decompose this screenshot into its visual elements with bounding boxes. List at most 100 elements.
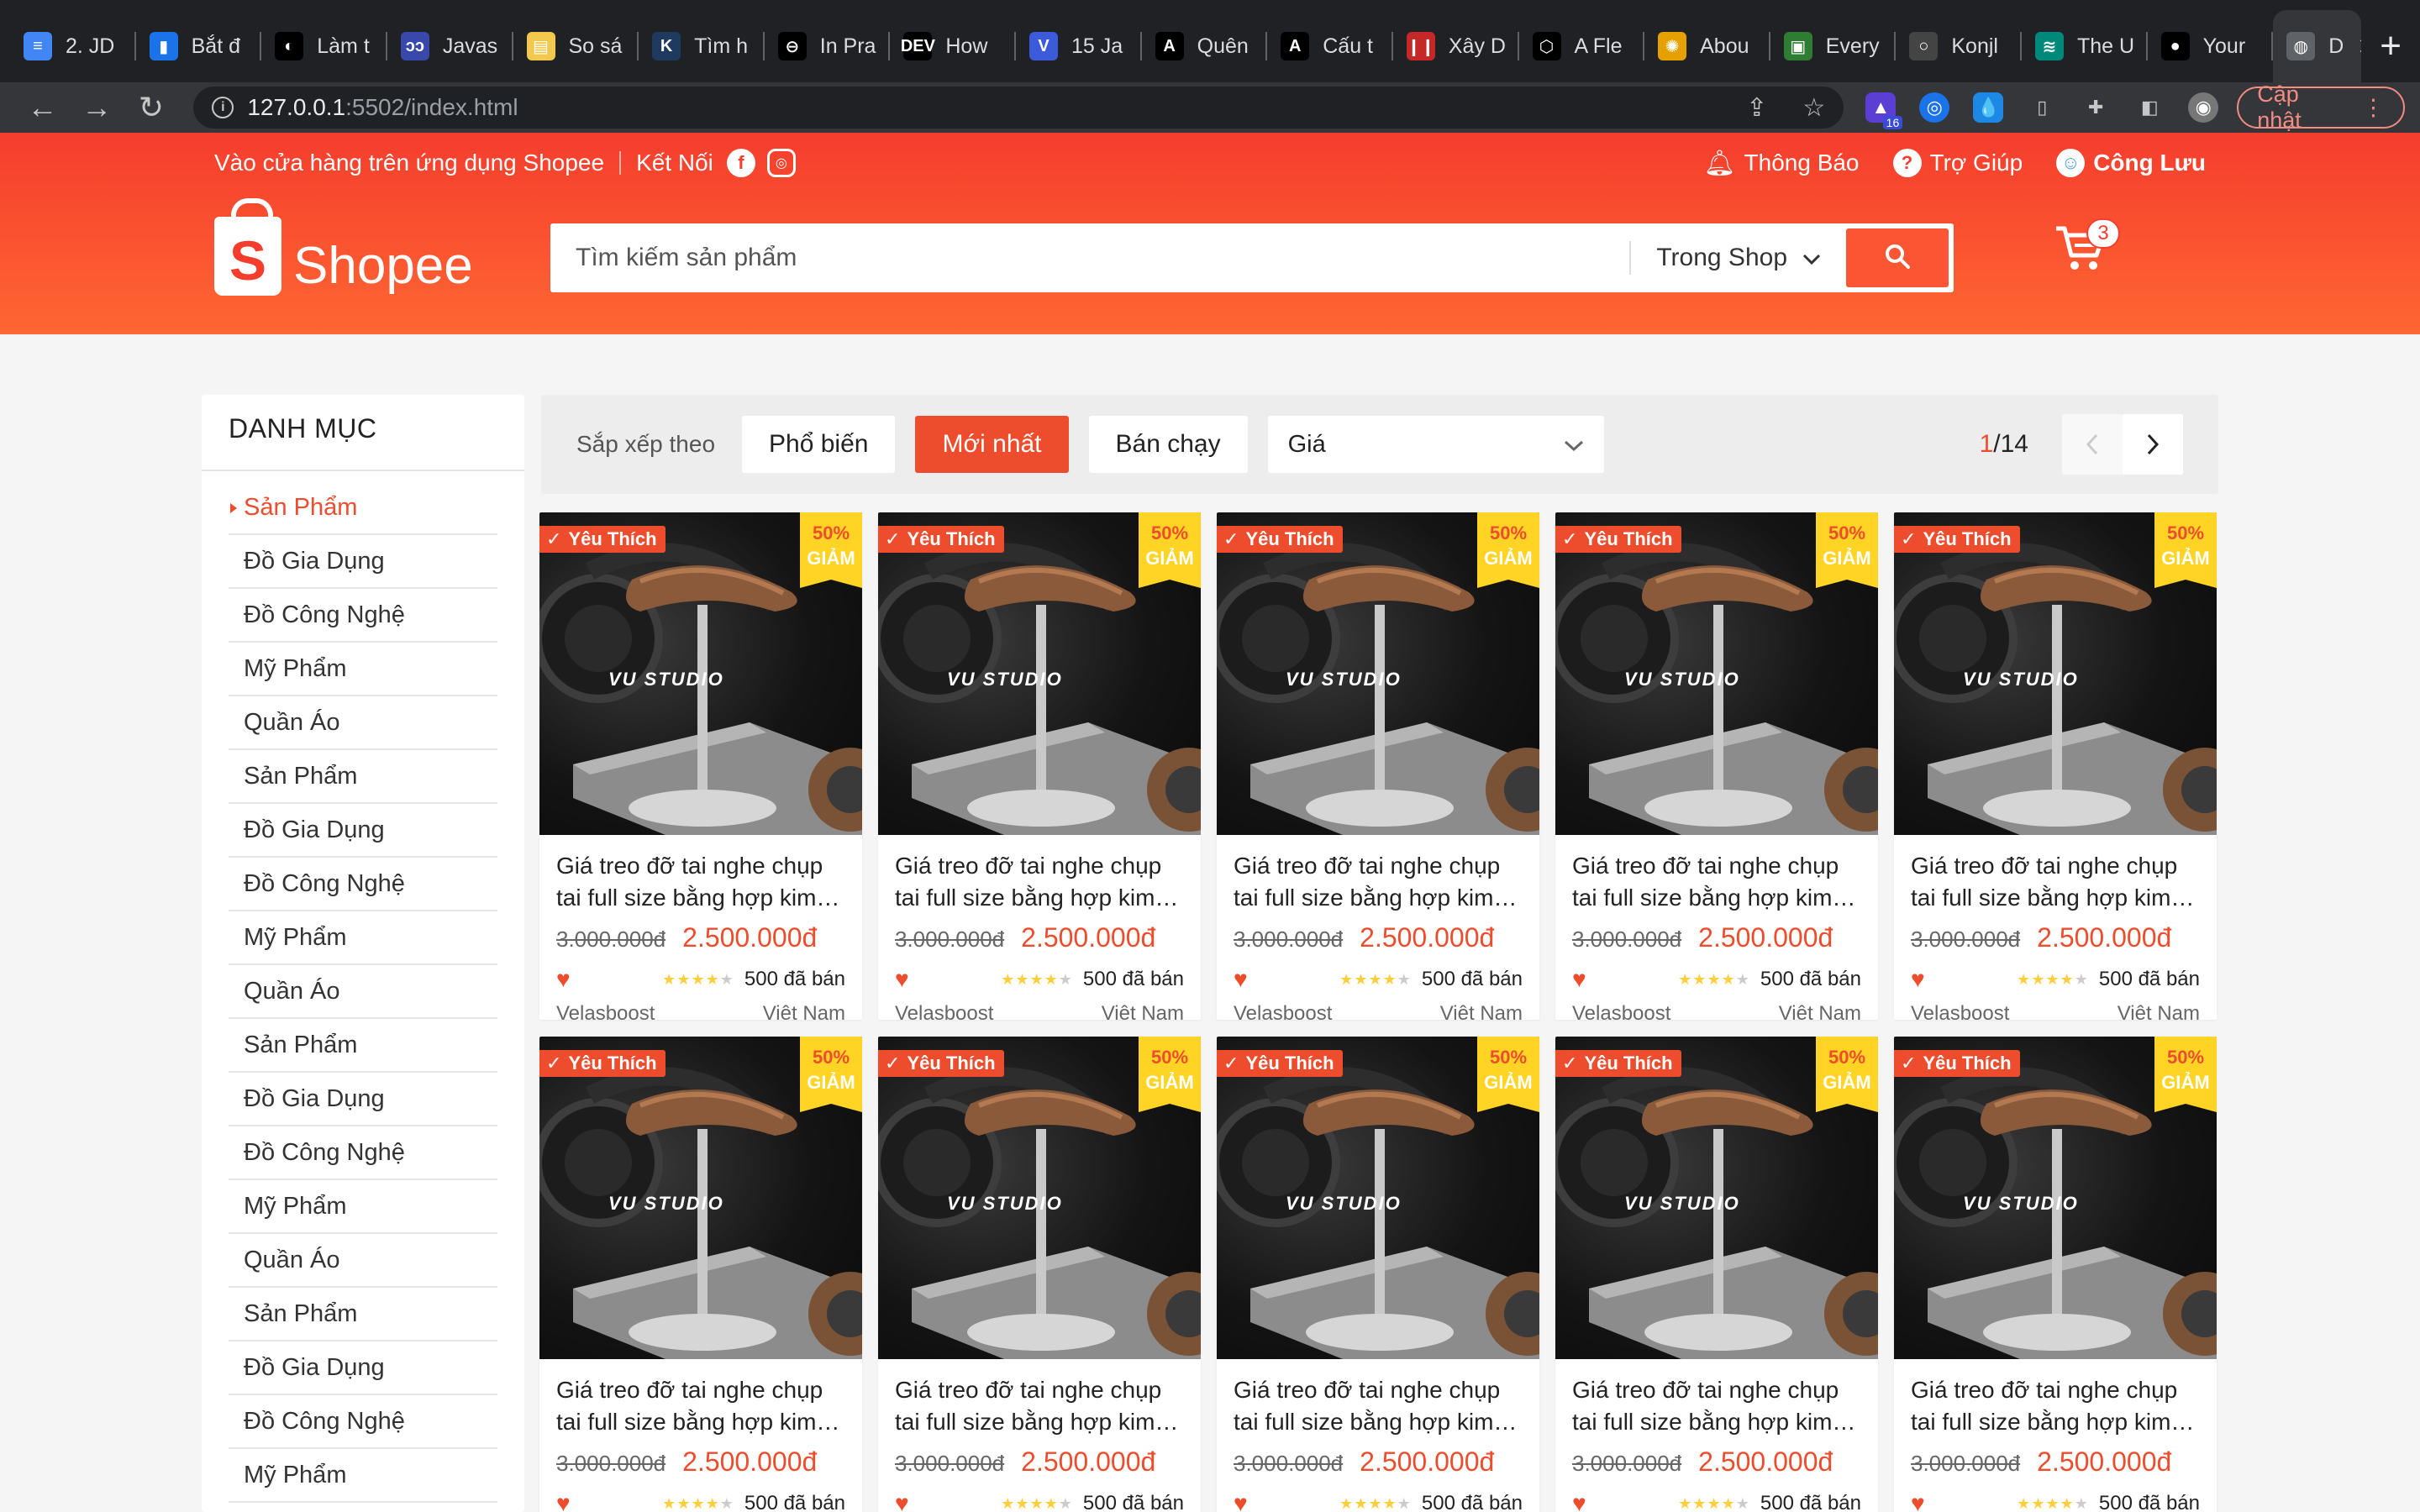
sort-option-button[interactable]: Bán chạy <box>1088 416 1248 473</box>
browser-tab[interactable]: ▤ So sá <box>513 10 639 82</box>
new-tab-icon[interactable]: + <box>2361 10 2420 82</box>
browser-tab[interactable]: A Quên <box>1142 10 1268 82</box>
category-item[interactable]: Quần Áo <box>229 965 497 1019</box>
heart-icon[interactable]: ♥ <box>1234 1490 1248 1512</box>
category-item[interactable]: Mỹ Phẩm <box>229 1449 497 1503</box>
category-item[interactable]: Quần Áo <box>229 696 497 750</box>
product-name[interactable]: Giá treo đỡ tai nghe chụp tai full size … <box>1911 850 2200 914</box>
browser-tab[interactable]: K Tìm h <box>639 10 765 82</box>
browser-tab[interactable]: ▮ Bắt đ <box>136 10 262 82</box>
product-name[interactable]: Giá treo đỡ tai nghe chụp tai full size … <box>1572 850 1861 914</box>
bookmark-star-icon[interactable]: ☆ <box>1802 93 1825 123</box>
puzzle-icon[interactable]: ✚ <box>2081 92 2111 123</box>
browser-tab[interactable]: ❙❙ Xây D <box>1393 10 1519 82</box>
shop-name[interactable]: Velasboost <box>1234 1002 1332 1020</box>
search-scope-select[interactable]: Trong Shop <box>1629 241 1846 275</box>
back-arrow-icon[interactable]: ← <box>15 90 70 125</box>
browser-tab[interactable]: ▣ Every <box>1770 10 1897 82</box>
category-item[interactable]: Mỹ Phẩm <box>229 911 497 965</box>
reading-list-icon[interactable]: ▯ <box>2027 92 2057 123</box>
forward-arrow-icon[interactable]: → <box>70 90 124 125</box>
share-icon[interactable]: ⇪ <box>1746 93 1767 123</box>
category-item[interactable]: Đồ Gia Dụng <box>229 804 497 858</box>
product-card[interactable]: VU STUDIO ✓ Yêu Thích 50% GIẢM Giá treo … <box>1894 512 2217 1020</box>
heart-icon[interactable]: ♥ <box>895 1490 909 1512</box>
category-item[interactable]: Sản Phẩm <box>229 1288 497 1341</box>
browser-tab[interactable]: ◐ Làm t <box>261 10 387 82</box>
category-item[interactable]: Đồ Công Nghệ <box>229 858 497 911</box>
product-card[interactable]: VU STUDIO ✓ Yêu Thích 50% GIẢM Giá treo … <box>1217 512 1539 1020</box>
category-item[interactable]: Sản Phẩm <box>229 1019 497 1073</box>
heart-icon[interactable]: ♥ <box>1234 966 1248 993</box>
browser-tab[interactable]: ◍ D ✕ <box>2273 10 2362 82</box>
browser-tab[interactable]: ○ Konjl <box>1896 10 2022 82</box>
close-tab-icon[interactable]: ✕ <box>2357 33 2361 60</box>
side-panel-icon[interactable]: ◧ <box>2134 92 2165 123</box>
category-item[interactable]: Đồ Gia Dụng <box>229 1073 497 1126</box>
product-name[interactable]: Giá treo đỡ tai nghe chụp tai full size … <box>1234 850 1523 914</box>
category-item[interactable]: Đồ Công Nghệ <box>229 1126 497 1180</box>
heart-icon[interactable]: ♥ <box>895 966 909 993</box>
user-menu[interactable]: ☺ Công Lưu <box>2056 149 2206 177</box>
sort-option-button[interactable]: Phổ biến <box>742 416 896 473</box>
search-input[interactable] <box>555 244 1630 272</box>
extension-icon[interactable]: 💧 <box>1973 92 2004 123</box>
category-item[interactable]: Đồ Công Nghệ <box>229 1395 497 1449</box>
browser-tab[interactable]: ≡ 2. JD <box>10 10 136 82</box>
heart-icon[interactable]: ♥ <box>1572 966 1586 993</box>
prev-page-button[interactable] <box>2062 414 2123 475</box>
product-name[interactable]: Giá treo đỡ tai nghe chụp tai full size … <box>895 850 1184 914</box>
browser-tab[interactable]: V 15 Ja <box>1016 10 1142 82</box>
product-name[interactable]: Giá treo đỡ tai nghe chụp tai full size … <box>556 1374 845 1438</box>
product-card[interactable]: VU STUDIO ✓ Yêu Thích 50% GIẢM Giá treo … <box>539 512 862 1020</box>
browser-tab[interactable]: ↄↄ Javas <box>387 10 513 82</box>
category-item[interactable]: Đồ Công Nghệ <box>229 589 497 643</box>
browser-tab[interactable]: ● Your <box>2148 10 2274 82</box>
extension-icon[interactable]: ◎ <box>1919 92 1950 123</box>
product-name[interactable]: Giá treo đỡ tai nghe chụp tai full size … <box>1572 1374 1861 1438</box>
price-sort-select[interactable]: Giá <box>1267 416 1604 473</box>
product-card[interactable]: VU STUDIO ✓ Yêu Thích 50% GIẢM Giá treo … <box>1217 1037 1539 1512</box>
shop-name[interactable]: Velasboost <box>895 1002 993 1020</box>
heart-icon[interactable]: ♥ <box>1572 1490 1586 1512</box>
category-item[interactable]: Đồ Gia Dụng <box>229 1341 497 1395</box>
shopee-logo[interactable]: S Shopee <box>214 198 473 296</box>
product-name[interactable]: Giá treo đỡ tai nghe chụp tai full size … <box>1911 1374 2200 1438</box>
category-item[interactable]: Đồ Gia Dụng <box>229 535 497 589</box>
browser-tab[interactable]: DEV How <box>890 10 1016 82</box>
browser-tab[interactable]: A Cấu t <box>1267 10 1393 82</box>
category-item[interactable]: Mỹ Phẩm <box>229 643 497 696</box>
heart-icon[interactable]: ♥ <box>556 1490 571 1512</box>
reload-icon[interactable]: ↻ <box>124 90 179 125</box>
product-card[interactable]: VU STUDIO ✓ Yêu Thích 50% GIẢM Giá treo … <box>1894 1037 2217 1512</box>
shop-name[interactable]: Velasboost <box>1911 1002 2009 1020</box>
heart-icon[interactable]: ♥ <box>1911 1490 1925 1512</box>
profile-avatar[interactable]: ◉ <box>2188 92 2219 123</box>
instagram-icon[interactable]: ◎ <box>766 149 796 177</box>
product-name[interactable]: Giá treo đỡ tai nghe chụp tai full size … <box>556 850 845 914</box>
product-card[interactable]: VU STUDIO ✓ Yêu Thích 50% GIẢM Giá treo … <box>878 512 1201 1020</box>
category-item[interactable]: Sản Phẩm <box>229 481 497 535</box>
search-button[interactable] <box>1846 228 1949 287</box>
address-bar[interactable]: i 127.0.0.1:5502/index.html ⇪ ☆ <box>193 87 1844 129</box>
product-card[interactable]: VU STUDIO ✓ Yêu Thích 50% GIẢM Giá treo … <box>878 1037 1201 1512</box>
product-card[interactable]: VU STUDIO ✓ Yêu Thích 50% GIẢM Giá treo … <box>539 1037 862 1512</box>
heart-icon[interactable]: ♥ <box>556 966 571 993</box>
category-item[interactable]: Mỹ Phẩm <box>229 1180 497 1234</box>
shop-name[interactable]: Velasboost <box>1572 1002 1670 1020</box>
app-store-link[interactable]: Vào cửa hàng trên ứng dụng Shopee <box>214 150 604 176</box>
category-item[interactable]: Quần Áo <box>229 1234 497 1288</box>
product-name[interactable]: Giá treo đỡ tai nghe chụp tai full size … <box>1234 1374 1523 1438</box>
cart-button[interactable]: 3 <box>2054 218 2120 282</box>
sort-option-button[interactable]: Mới nhất <box>915 416 1069 473</box>
product-card[interactable]: VU STUDIO ✓ Yêu Thích 50% GIẢM Giá treo … <box>1555 512 1878 1020</box>
heart-icon[interactable]: ♥ <box>1911 966 1925 993</box>
browser-tab[interactable]: ⬡ A Fle <box>1519 10 1645 82</box>
extension-icon[interactable]: ▲ 16 <box>1865 92 1903 129</box>
category-item[interactable]: Quần Áo <box>229 1503 497 1512</box>
update-button[interactable]: Cập nhật ⋮ <box>2237 81 2405 133</box>
browser-tab[interactable]: ✺ Abou <box>1644 10 1770 82</box>
product-name[interactable]: Giá treo đỡ tai nghe chụp tai full size … <box>895 1374 1184 1438</box>
browser-tab[interactable]: ≋ The U <box>2022 10 2148 82</box>
site-info-icon[interactable]: i <box>212 97 234 118</box>
